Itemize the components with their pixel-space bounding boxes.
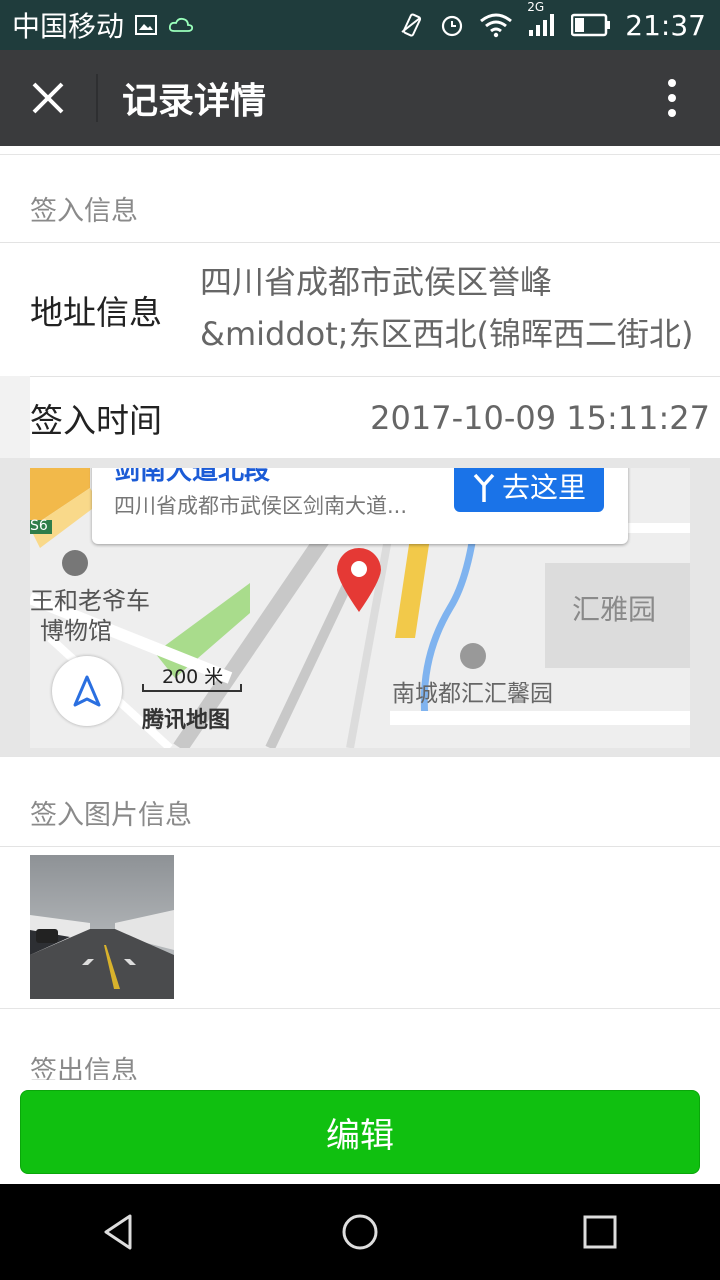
checkin-photo-thumbnail[interactable] [30,855,174,999]
popup-title: 剑南大道北段 [114,468,271,486]
navigation-arrow-icon [73,675,101,707]
nav-recent-icon[interactable] [580,1212,620,1252]
alarm-icon [439,12,465,38]
address-value: 四川省成都市武侯区誉峰 &middot;东区西北(锦晖西二街北) [200,256,694,360]
time-row: 签入时间 2017-10-09 15:11:27 [30,376,720,458]
address-value-line2: &middot;东区西北(锦晖西二街北) [200,314,694,353]
system-nav-bar [0,1184,720,1280]
map-container: S6 王和老爷车 博物馆 汇雅园 南城都汇汇馨园 剑南大道北段 四川省成都市武侯… [0,458,720,756]
museum-label-2: 博物馆 [40,617,112,645]
carrier-label: 中国移动 [12,10,125,43]
nav-back-icon[interactable] [100,1212,140,1252]
edit-button-label: 编辑 [326,1115,394,1156]
nav-home-icon[interactable] [340,1212,380,1252]
title-divider [96,74,98,122]
photo-row [0,846,720,1008]
area-label-nanchengdu: 南城都汇汇馨园 [392,681,553,707]
address-label: 地址信息 [30,292,162,332]
scale-bar [142,684,242,692]
map-pin-icon [337,548,381,612]
clock: 21:37 [625,8,706,42]
checkin-section-title: 签入信息 [0,154,720,242]
vibrate-icon [399,12,425,38]
route-arrow-icon [473,473,495,502]
network-type: 2G [527,0,545,14]
more-button[interactable] [624,50,720,146]
close-icon [32,82,64,114]
battery-icon [571,13,611,37]
image-icon [134,13,158,37]
wifi-icon [479,12,513,38]
map-brand-logo: 腾讯地图 [142,708,231,733]
title-bar: 记录详情 [0,50,720,146]
checkin-section-label: 签入信息 [30,196,138,227]
map-view[interactable]: S6 王和老爷车 博物馆 汇雅园 南城都汇汇馨园 剑南大道北段 四川省成都市武侯… [30,468,690,748]
locate-button[interactable] [52,656,122,726]
photo-section-title: 签入图片信息 [0,756,720,846]
location-popup: 剑南大道北段 四川省成都市武侯区剑南大道... 去这里 [92,468,628,544]
popup-address: 四川省成都市武侯区剑南大道... [114,494,408,518]
page-title: 记录详情 [122,81,267,122]
checkout-section-label: 签出信息 [30,1056,138,1084]
status-bar: 中国移动 2G 21:37 [0,0,720,50]
signal-icon: 2G [527,0,557,38]
record-detail-content[interactable]: 签入信息 地址信息 四川省成都市武侯区誉峰 &middot;东区西北(锦晖西二街… [0,146,720,1084]
checkout-section-title: 签出信息 [0,1008,720,1084]
time-value: 2017-10-09 15:11:27 [370,398,710,437]
area-label-huiyayuan: 汇雅园 [572,593,657,626]
cloud-icon [168,15,194,35]
close-button[interactable] [0,50,96,146]
go-here-button[interactable]: 去这里 [454,468,604,512]
road-shield-label: S6 [30,518,48,534]
photo-section-label: 签入图片信息 [30,800,192,831]
address-value-line1: 四川省成都市武侯区誉峰 [200,262,553,301]
edit-button[interactable]: 编辑 [20,1090,700,1174]
address-row: 地址信息 四川省成都市武侯区誉峰 &middot;东区西北(锦晖西二街北) [0,242,720,376]
top-gap [0,146,720,154]
more-vertical-icon [668,79,676,117]
edit-bar: 编辑 [0,1080,720,1184]
go-here-label: 去这里 [501,471,586,504]
time-label: 签入时间 [30,400,162,440]
